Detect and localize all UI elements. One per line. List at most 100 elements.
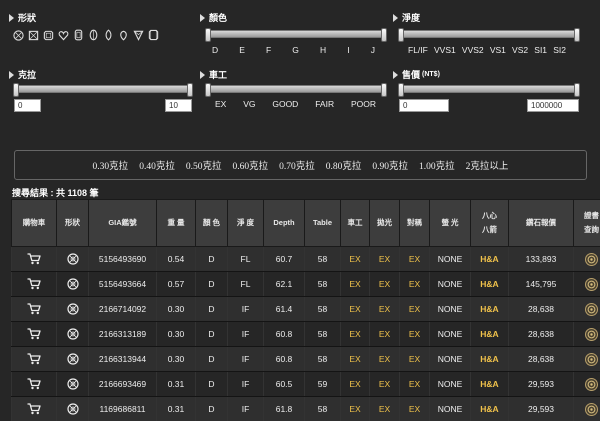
cut-slider-min-handle[interactable] — [205, 83, 211, 97]
pear-shape-icon[interactable] — [117, 29, 129, 41]
carat-quick-option[interactable]: 0.60克拉 — [232, 158, 268, 172]
price-slider-max-handle[interactable] — [574, 83, 580, 97]
price-max-input[interactable]: 1000000 — [527, 99, 579, 112]
shopping-cart-icon[interactable] — [27, 403, 41, 415]
caret-right-icon — [200, 70, 205, 79]
carat-quick-option[interactable]: 0.30克拉 — [93, 158, 129, 172]
emerald-shape-icon[interactable] — [42, 29, 54, 41]
shopping-cart-icon[interactable] — [27, 278, 41, 290]
table-row[interactable]: 2166313189 0.30 D IF 60.8 58 EX EX EX NONE H&A 28,6… — [11, 321, 600, 347]
certificate-icon[interactable] — [585, 352, 599, 366]
col-header-polish[interactable]: 拋光 — [369, 199, 400, 247]
shopping-cart-icon[interactable] — [27, 353, 41, 365]
col-header-cart: 購物車 — [11, 199, 57, 247]
carat-quick-option[interactable]: 0.50克拉 — [186, 158, 222, 172]
clarity-slider-min-handle[interactable] — [398, 28, 404, 42]
hearts-arrows-cell: H&A — [470, 346, 509, 372]
cart-cell — [11, 246, 57, 272]
price-slider-min-handle[interactable] — [398, 83, 404, 97]
clarity-cell: IF — [227, 371, 264, 397]
price-slider[interactable] — [398, 83, 580, 97]
price-cell: 28,638 — [508, 321, 574, 347]
carat-quick-option[interactable]: 1.00克拉 — [419, 158, 455, 172]
gia-number-cell: 1169686811 — [88, 396, 157, 421]
round-brilliant-icon — [66, 353, 79, 365]
color-tick: G — [292, 45, 299, 55]
certificate-icon[interactable] — [585, 402, 599, 416]
carat-quick-select: 0.30克拉 0.40克拉 0.50克拉 0.60克拉 0.70克拉 0.80克… — [14, 150, 587, 180]
shape-filter-title: 形狀 — [18, 13, 37, 23]
price-min-input[interactable]: 0 — [399, 99, 449, 112]
gia-number-cell: 2166313944 — [88, 346, 157, 372]
carat-quick-option[interactable]: 2克拉以上 — [466, 158, 509, 172]
table-row[interactable]: 2166313944 0.30 D IF 60.8 58 EX EX EX NONE H&A 28,6… — [11, 346, 600, 372]
cushion-shape-icon[interactable] — [87, 29, 99, 41]
col-header-depth[interactable]: Depth — [263, 199, 305, 247]
certificate-icon[interactable] — [585, 302, 599, 316]
certificate-cell — [573, 246, 600, 272]
carat-slider-max-handle[interactable] — [187, 83, 193, 97]
table-row[interactable]: 2166714092 0.30 D IF 61.4 58 EX EX EX NONE H&A 28,6… — [11, 296, 600, 322]
symmetry-cell: EX — [399, 296, 430, 322]
color-slider-min-handle[interactable] — [205, 28, 211, 42]
carat-quick-option[interactable]: 0.40克拉 — [139, 158, 175, 172]
col-header-clarity[interactable]: 淨 度 — [227, 199, 264, 247]
certificate-icon[interactable] — [585, 252, 599, 266]
result-count: 搜尋結果 : 共 1108 筆 — [12, 188, 99, 198]
radiant-shape-icon[interactable] — [147, 29, 159, 41]
hearts-arrows-cell: H&A — [470, 321, 509, 347]
cut-slider[interactable] — [205, 83, 387, 97]
oval-shape-icon[interactable] — [72, 29, 84, 41]
certificate-icon[interactable] — [585, 277, 599, 291]
cut-slider-max-handle[interactable] — [381, 83, 387, 97]
col-header-weight[interactable]: 重 量 — [156, 199, 196, 247]
clarity-slider-max-handle[interactable] — [574, 28, 580, 42]
color-tick: D — [212, 45, 219, 55]
col-header-table[interactable]: Table — [304, 199, 341, 247]
table-row[interactable]: 2166693469 0.31 D IF 60.5 59 EX EX EX NONE H&A 29,5… — [11, 371, 600, 397]
symmetry-cell: EX — [399, 396, 430, 421]
table-row[interactable]: 5156493690 0.54 D FL 60.7 58 EX EX EX NONE H&A 133,… — [11, 246, 600, 272]
clarity-slider[interactable] — [398, 28, 580, 42]
carat-slider-min-handle[interactable] — [13, 83, 19, 97]
price-cell: 29,593 — [508, 396, 574, 421]
col-header-hearts-arrows[interactable]: 八心 八箭 — [470, 199, 509, 247]
fluorescence-cell: NONE — [429, 371, 471, 397]
color-cell: D — [195, 346, 228, 372]
col-header-price[interactable]: 鑽石報價 — [508, 199, 574, 247]
cut-tick: VG — [243, 99, 256, 109]
heart-shape-icon[interactable] — [57, 29, 69, 41]
certificate-icon[interactable] — [585, 377, 599, 391]
shopping-cart-icon[interactable] — [27, 303, 41, 315]
marquise-shape-icon[interactable] — [102, 29, 114, 41]
col-header-color[interactable]: 顏 色 — [195, 199, 228, 247]
carat-quick-option[interactable]: 0.80克拉 — [326, 158, 362, 172]
carat-quick-option[interactable]: 0.90克拉 — [372, 158, 408, 172]
certificate-icon[interactable] — [585, 327, 599, 341]
cert-label: 證書 — [584, 211, 599, 220]
cut-tick: POOR — [350, 99, 376, 109]
shopping-cart-icon[interactable] — [27, 328, 41, 340]
clarity-filter-title: 淨度 — [402, 13, 421, 23]
col-header-cut[interactable]: 車工 — [340, 199, 370, 247]
clarity-cell: IF — [227, 321, 264, 347]
table-row[interactable]: 1169686811 0.31 D IF 61.8 58 EX EX EX NONE H&A 29,5… — [11, 396, 600, 421]
carat-max-input[interactable]: 10 — [165, 99, 192, 112]
table-row[interactable]: 5156493664 0.57 D FL 62.1 58 EX EX EX NONE H&A 145,… — [11, 271, 600, 297]
carat-min-input[interactable]: 0 — [14, 99, 41, 112]
shopping-cart-icon[interactable] — [27, 253, 41, 265]
caret-right-icon — [200, 13, 205, 22]
col-header-gia[interactable]: GIA鑑號 — [88, 199, 157, 247]
col-header-fluorescence[interactable]: 螢 光 — [429, 199, 471, 247]
princess-shape-icon[interactable] — [27, 29, 39, 41]
round-shape-icon[interactable] — [12, 29, 24, 41]
col-header-symmetry[interactable]: 對稱 — [399, 199, 430, 247]
color-slider[interactable] — [205, 28, 387, 42]
carat-quick-option[interactable]: 0.70克拉 — [279, 158, 315, 172]
carat-slider[interactable] — [13, 83, 193, 97]
shopping-cart-icon[interactable] — [27, 378, 41, 390]
trillion-shape-icon[interactable] — [132, 29, 144, 41]
cut-ticks: EX VG GOOD FAIR POOR — [215, 99, 376, 109]
color-slider-max-handle[interactable] — [381, 28, 387, 42]
diamond-results-table: 購物車 形狀 GIA鑑號 重 量 顏 色 淨 度 Depth Table 車工 … — [11, 199, 600, 421]
